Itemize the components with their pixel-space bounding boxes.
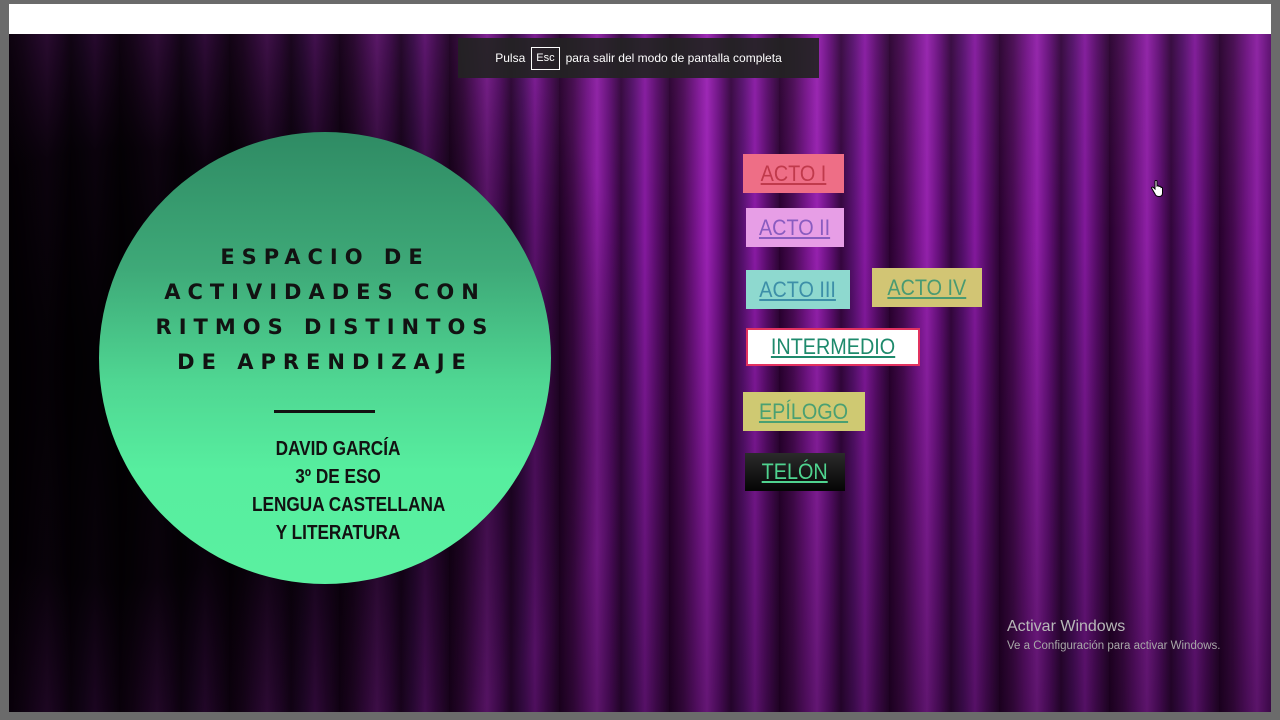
telon-label: TELÓN	[761, 459, 829, 484]
acto-1-button[interactable]: ACTO I	[743, 154, 844, 193]
acto-4-label: ACTO IV	[887, 274, 967, 300]
info-line: Y LITERATURA	[275, 522, 401, 544]
epilogo-button[interactable]: EPÍLOGO	[743, 392, 865, 431]
info-line: 3º DE ESO	[295, 466, 381, 488]
acto-4-button[interactable]: ACTO IV	[872, 268, 982, 307]
epilogo-label: EPÍLOGO	[759, 398, 849, 424]
telon-button[interactable]: TELÓN	[745, 453, 845, 491]
fullscreen-notice-prefix: Pulsa	[495, 51, 526, 65]
fullscreen-notice-suffix: para salir del modo de pantalla completa	[565, 51, 782, 65]
acto-2-label: ACTO II	[759, 214, 831, 240]
author-info: DAVID GARCÍA 3º DE ESO LENGUA CASTELLANA…	[252, 435, 446, 547]
watermark-subtitle: Ve a Configuración para activar Windows.	[1007, 640, 1221, 652]
title-line: ESPACIO DE	[220, 245, 430, 269]
watermark-title: Activar Windows	[1007, 618, 1126, 635]
title-divider	[274, 410, 375, 413]
acto-3-label: ACTO III	[759, 276, 837, 302]
intermedio-label: INTERMEDIO	[770, 334, 896, 359]
windows-activation-watermark: Activar Windows Ve a Configuración para …	[1007, 617, 1221, 655]
hand-pointer-icon	[1150, 179, 1164, 203]
acto-1-label: ACTO I	[760, 160, 827, 186]
window-frame: Pulsa Esc para salir del modo de pantall…	[0, 0, 1280, 720]
fullscreen-notice: Pulsa Esc para salir del modo de pantall…	[458, 38, 819, 78]
top-bar	[9, 4, 1271, 34]
acto-2-button[interactable]: ACTO II	[746, 208, 844, 247]
title-line: DE APRENDIZAJE	[177, 350, 473, 374]
title-line: RITMOS DISTINTOS	[155, 315, 495, 339]
esc-key-badge: Esc	[531, 46, 560, 70]
info-line: LENGUA CASTELLANA	[252, 494, 446, 516]
title-line: ACTIVIDADES CON	[164, 280, 486, 304]
intermedio-button[interactable]: INTERMEDIO	[746, 328, 920, 366]
info-line: DAVID GARCÍA	[275, 438, 401, 460]
presentation-title: ESPACIO DE ACTIVIDADES CON RITMOS DISTIN…	[99, 240, 551, 380]
acto-3-button[interactable]: ACTO III	[746, 270, 850, 309]
